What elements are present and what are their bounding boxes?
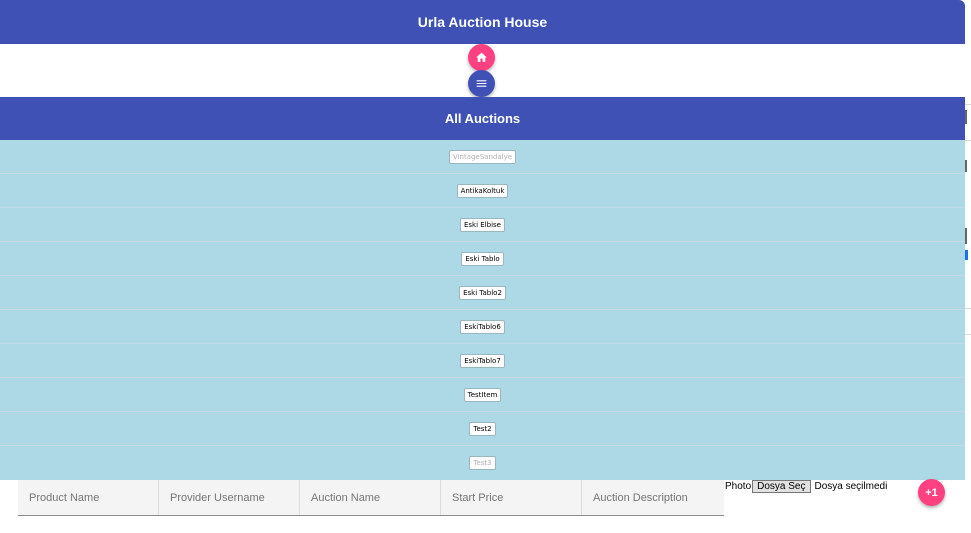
- auction-item-button[interactable]: Test3: [469, 456, 496, 470]
- column-header[interactable]: Auction Description: [582, 480, 724, 515]
- home-button[interactable]: [468, 44, 495, 71]
- auction-item-button[interactable]: Eski Elbise: [459, 217, 505, 232]
- column-header[interactable]: Start Price: [441, 480, 582, 515]
- auction-item-button[interactable]: TestItem: [463, 387, 502, 402]
- menu-icon: [476, 80, 487, 87]
- auction-row: VintageSandalye: [0, 140, 965, 174]
- auction-item-button[interactable]: EskiTablo6: [460, 319, 505, 334]
- auction-item-button[interactable]: EskiTablo7: [460, 353, 505, 368]
- home-icon: [476, 52, 487, 62]
- auction-row: Eski Elbise: [0, 208, 965, 242]
- menu-button[interactable]: [468, 70, 495, 97]
- auction-row: Eski Tablo: [0, 242, 965, 276]
- auction-item-button[interactable]: AntikaKoltuk: [456, 183, 509, 198]
- column-header[interactable]: Provider Username: [159, 480, 300, 515]
- auction-row: TestItem: [0, 378, 965, 412]
- auction-row: Eski Tablo2: [0, 276, 965, 310]
- auction-row: AntikaKoltuk: [0, 174, 965, 208]
- auction-item-button[interactable]: Test2: [469, 421, 496, 436]
- auction-list: VintageSandalye AntikaKoltuk Eski Elbise Es…: [0, 140, 965, 480]
- auction-item-button[interactable]: VintageSandalye: [448, 149, 517, 164]
- auction-row: Test2: [0, 412, 965, 446]
- photo-label: Photo: [725, 481, 752, 492]
- app-header: Urla Auction House: [0, 0, 965, 44]
- side-panel-edge: [965, 0, 971, 533]
- add-auction-button[interactable]: +1: [918, 479, 945, 506]
- auction-item-button[interactable]: Eski Tablo2: [459, 285, 506, 300]
- app-title: Urla Auction House: [417, 14, 548, 30]
- photo-upload: Photo Dosya Seç Dosya seçilmedi: [725, 480, 887, 493]
- auction-row: Test3: [0, 446, 965, 480]
- column-header[interactable]: Product Name: [18, 480, 159, 515]
- auction-row: EskiTablo6: [0, 310, 965, 344]
- column-header[interactable]: Auction Name: [300, 480, 441, 515]
- choose-file-button[interactable]: Dosya Seç: [752, 480, 811, 493]
- auction-table-header: Product Name Provider Username Auction Nam…: [18, 480, 724, 516]
- auction-item-button[interactable]: Eski Tablo: [461, 251, 504, 266]
- auction-row: EskiTablo7: [0, 344, 965, 378]
- file-status-text: Dosya seçilmedi: [814, 481, 888, 492]
- section-header: All Auctions: [0, 97, 965, 140]
- app-root: Urla Auction House All Auctions VintageS…: [0, 0, 971, 533]
- section-title: All Auctions: [444, 111, 521, 126]
